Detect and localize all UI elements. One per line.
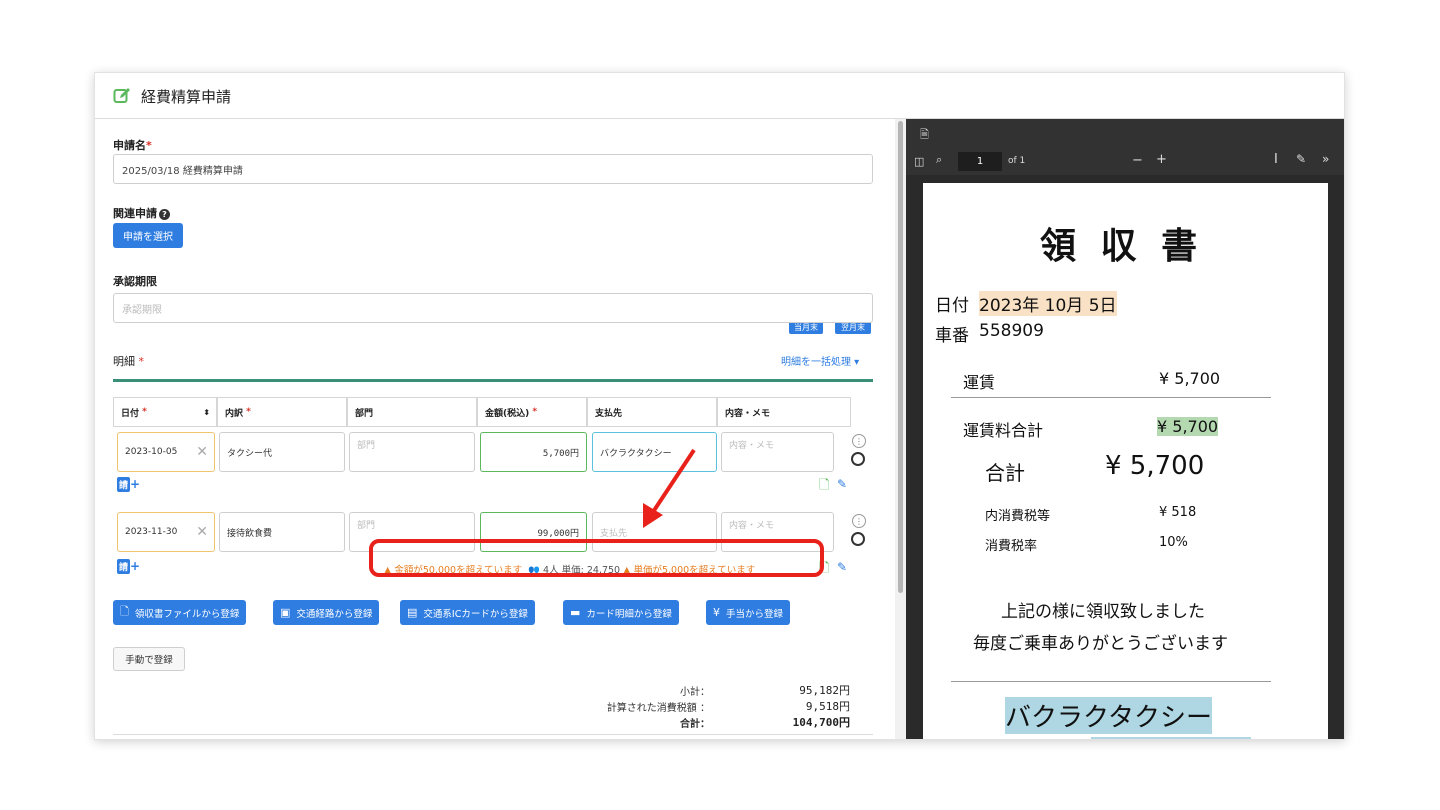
deadline-input[interactable]: 承認期限 xyxy=(113,293,873,323)
row1-dept-input[interactable]: 部門 xyxy=(349,432,475,472)
file-icon: 🗋 xyxy=(120,605,129,618)
train-icon: ▣ xyxy=(280,606,291,619)
row2-edit-icon[interactable]: ✎ xyxy=(837,560,847,574)
tax-rate-value: 10% xyxy=(1159,535,1188,550)
fare-total-value: ¥ 5,700 xyxy=(1157,417,1219,436)
more-tools-icon[interactable]: » xyxy=(1322,152,1329,166)
company-name: バクラクタクシー xyxy=(1005,697,1212,734)
credit-card-icon: ▬ xyxy=(570,606,581,619)
col-amount: 金額(税込) * xyxy=(477,397,587,427)
text-select-icon[interactable]: I xyxy=(1274,152,1278,167)
fare-label: 運賃 xyxy=(963,373,996,392)
receipt-title: 領 収 書 xyxy=(1040,226,1204,267)
row1-document-icon[interactable]: 🗋 xyxy=(819,476,829,498)
receipt-page: 領 収 書 日付 2023年 10月 5日 車番 558909 運賃 ¥ 5,7… xyxy=(923,183,1328,739)
page-header: 経費精算申請 xyxy=(95,73,1344,119)
zoom-in-button[interactable]: + xyxy=(1156,152,1167,167)
page-count: of 1 xyxy=(1008,156,1026,166)
pdf-toolbar: 🗎 ◫ ⌕ 1 of 1 − + I ✎ » xyxy=(906,119,1344,175)
annotation-arrow xyxy=(643,448,696,528)
sidebar-toggle-icon[interactable]: ◫ xyxy=(914,155,924,168)
col-payee: 支払先 xyxy=(587,397,717,427)
thanks-line-1: 上記の様に領収致しました xyxy=(1001,602,1205,622)
subtotal-label: 小計： xyxy=(680,687,710,698)
help-icon[interactable]: ? xyxy=(159,208,170,220)
row1-more-icon[interactable]: ⋮ xyxy=(852,434,866,448)
tax-value: 9,518円 xyxy=(805,700,850,713)
manual-register-button[interactable]: 手動で登録 xyxy=(113,647,185,671)
edit-icon xyxy=(113,88,130,103)
bottom-divider xyxy=(113,734,873,735)
total-value: 104,700円 xyxy=(792,716,850,729)
bulk-action-dropdown[interactable]: 明細を一括処理 ▾ xyxy=(781,353,859,368)
row2-invoice-badge[interactable]: 請 + xyxy=(117,559,140,574)
total-value: ¥ 5,700 xyxy=(1105,451,1205,481)
clear-icon[interactable]: ✕ xyxy=(196,444,208,460)
warning-highlight-box xyxy=(369,539,824,577)
subtotal-value: 95,182円 xyxy=(799,684,850,697)
deadline-label: 承認期限 xyxy=(113,275,157,288)
scrollbar-thumb[interactable] xyxy=(898,121,903,593)
tax-label: 計算された消費税額 ： xyxy=(606,703,710,714)
document-icon[interactable]: 🗎 xyxy=(920,126,929,145)
row1-item-select[interactable]: タクシー代 xyxy=(219,432,345,472)
register-from-route-button[interactable]: ▣ 交通経路から登録 xyxy=(273,600,380,625)
fare-value: ¥ 5,700 xyxy=(1159,369,1221,388)
row1-edit-icon[interactable]: ✎ xyxy=(837,477,847,491)
row2-circle-icon[interactable] xyxy=(851,532,865,546)
details-divider xyxy=(113,379,873,382)
clear-icon[interactable]: ✕ xyxy=(196,524,208,540)
row1-amount-input[interactable]: 5,700円 xyxy=(480,432,587,472)
related-label: 関連申請? xyxy=(113,205,170,221)
fare-total-label: 運賃料合計 xyxy=(963,421,1044,440)
company-divider xyxy=(951,681,1271,682)
expense-app-window: 経費精算申請 申請名* 2025/03/18 経費精算申請 関連申請? 申請を選… xyxy=(94,72,1345,740)
col-item: 内訳 * xyxy=(217,397,347,427)
col-date[interactable]: 日付 * ⬍ xyxy=(113,397,217,427)
row1-memo-input[interactable]: 内容・メモ xyxy=(721,432,834,472)
details-label: 明細 * xyxy=(113,355,144,368)
tax-value: ¥ 518 xyxy=(1159,505,1197,520)
search-icon[interactable]: ⌕ xyxy=(936,153,942,167)
tax-label: 内消費税等 xyxy=(985,509,1051,524)
row2-more-icon[interactable]: ⋮ xyxy=(852,514,866,528)
sort-icon[interactable]: ⬍ xyxy=(203,408,210,417)
register-from-allowance-button[interactable]: ¥ 手当から登録 xyxy=(706,600,791,625)
page-number-input[interactable]: 1 xyxy=(958,152,1002,171)
date-value: 2023年 10月 5日 xyxy=(979,291,1117,316)
page-title: 経費精算申請 xyxy=(141,88,232,106)
name-label: 申請名* xyxy=(113,139,152,152)
ic-card-icon: ▤ xyxy=(407,606,418,619)
register-from-receipt-button[interactable]: 🗋 領収書ファイルから登録 xyxy=(113,600,247,625)
col-memo: 内容・メモ xyxy=(717,397,851,427)
expense-form: 申請名* 2025/03/18 経費精算申請 関連申請? 申請を選択 承認期限 … xyxy=(95,119,895,739)
col-dept: 部門 xyxy=(347,397,477,427)
row2-item-select[interactable]: 接待飲食費 xyxy=(219,512,345,552)
pdf-viewer: 🗎 ◫ ⌕ 1 of 1 − + I ✎ » 領 収 書 日付 2023年 10… xyxy=(906,119,1344,739)
register-from-card-button[interactable]: ▬ カード明細から登録 xyxy=(563,600,679,625)
car-label: 車番 xyxy=(935,326,969,346)
application-name-input[interactable]: 2025/03/18 経費精算申請 xyxy=(113,154,873,184)
row1-payee-input[interactable]: バクラクタクシー xyxy=(592,432,717,472)
form-scrollbar[interactable] xyxy=(895,119,906,739)
pen-icon[interactable]: ✎ xyxy=(1296,152,1306,166)
tax-rate-label: 消費税率 xyxy=(985,539,1038,554)
row1-circle-icon[interactable] xyxy=(851,452,865,466)
total-label: 合計： xyxy=(680,719,710,730)
registration-number-highlight xyxy=(1091,737,1251,739)
car-value: 558909 xyxy=(979,321,1044,341)
register-from-ic-card-button[interactable]: ▤ 交通系ICカードから登録 xyxy=(400,600,535,625)
total-label: 合計 xyxy=(985,461,1025,485)
fare-divider xyxy=(951,397,1271,398)
thanks-line-2: 毎度ご乗車ありがとうございます xyxy=(973,634,1228,654)
row2-date-input[interactable]: 2023-11-30 ✕ xyxy=(117,512,215,552)
date-label: 日付 xyxy=(935,296,969,316)
row1-invoice-badge[interactable]: 請 + xyxy=(117,477,140,492)
select-application-button[interactable]: 申請を選択 xyxy=(113,223,183,248)
yen-icon: ¥ xyxy=(713,606,720,619)
row1-date-input[interactable]: 2023-10-05 ✕ xyxy=(117,432,215,472)
zoom-out-button[interactable]: − xyxy=(1132,153,1143,168)
